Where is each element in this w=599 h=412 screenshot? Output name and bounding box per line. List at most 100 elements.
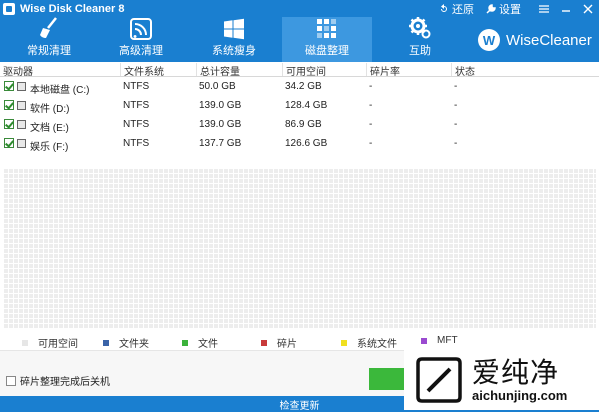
drive-status: - bbox=[454, 81, 458, 92]
drive-frag: - bbox=[369, 100, 373, 111]
legend: 可用空间 文件夹 文件 碎片 系统文件 MFT bbox=[0, 333, 599, 350]
drive-fs: NTFS bbox=[123, 119, 150, 130]
table-header: 驱动器 文件系统 总计容量 可用空间 碎片率 状态 bbox=[0, 62, 599, 78]
legend-swatch bbox=[182, 339, 188, 346]
tab-disk-defrag[interactable]: 磁盘整理 bbox=[282, 17, 372, 62]
check-update-link[interactable]: 检查更新 bbox=[280, 397, 320, 412]
legend-folder: 文件夹 bbox=[103, 335, 149, 350]
wisecleaner-logo: W bbox=[478, 29, 500, 51]
col-filesystem[interactable]: 文件系统 bbox=[120, 63, 164, 78]
legend-label: 系统文件 bbox=[357, 339, 397, 350]
radar-icon bbox=[130, 17, 152, 40]
legend-fragment: 碎片 bbox=[261, 335, 297, 350]
tab-mutual-help[interactable]: 互助 bbox=[375, 17, 465, 62]
col-free[interactable]: 可用空间 bbox=[282, 63, 326, 78]
restore-label: 还原 bbox=[452, 3, 474, 16]
main-nav: 常规清理 高级清理 系统瘦身 磁盘整理 互助 W WiseCleaner bbox=[0, 17, 599, 62]
legend-system-file: 系统文件 bbox=[341, 335, 397, 350]
drive-name: 软件 (D:) bbox=[30, 104, 70, 115]
tab-system-slim[interactable]: 系统瘦身 bbox=[189, 17, 279, 62]
cluster-map bbox=[3, 168, 596, 328]
drive-status: - bbox=[454, 100, 458, 111]
watermark-cn: 爱纯净 bbox=[472, 355, 560, 389]
drive-total: 139.0 GB bbox=[199, 100, 242, 111]
legend-label: 碎片 bbox=[277, 339, 297, 350]
app-title: Wise Disk Cleaner 8 bbox=[20, 2, 125, 15]
legend-label: 文件夹 bbox=[119, 339, 149, 350]
drive-free: 86.9 GB bbox=[285, 119, 322, 130]
drive-fs: NTFS bbox=[123, 138, 150, 149]
table-row[interactable]: 娱乐 (F:) NTFS 137.7 GB 126.6 GB - - bbox=[0, 134, 599, 153]
drive-status: - bbox=[454, 119, 458, 130]
defrag-blocks-icon bbox=[317, 18, 336, 38]
drive-frag: - bbox=[369, 81, 373, 92]
col-total[interactable]: 总计容量 bbox=[196, 63, 240, 78]
drive-icon bbox=[17, 120, 26, 129]
drive-icon bbox=[17, 101, 26, 110]
col-drive[interactable]: 驱动器 bbox=[0, 63, 33, 78]
shutdown-label: 碎片整理完成后关机 bbox=[20, 377, 110, 388]
brand-name: WiseCleaner bbox=[506, 31, 592, 49]
gear-icon bbox=[409, 17, 431, 39]
watermark: 爱纯净 aichunjing.com bbox=[404, 350, 599, 410]
drive-table: 驱动器 文件系统 总计容量 可用空间 碎片率 状态 本地磁盘 (C:) NTFS… bbox=[0, 62, 599, 153]
menu-button[interactable] bbox=[533, 0, 555, 17]
drive-frag: - bbox=[369, 119, 373, 130]
legend-swatch bbox=[421, 337, 427, 344]
drive-free: 128.4 GB bbox=[285, 100, 328, 111]
drive-name: 文档 (E:) bbox=[30, 123, 69, 134]
drive-checkbox[interactable] bbox=[4, 100, 14, 110]
drive-free: 34.2 GB bbox=[285, 81, 322, 92]
drive-frag: - bbox=[369, 138, 373, 149]
drive-fs: NTFS bbox=[123, 81, 150, 92]
settings-label: 设置 bbox=[499, 3, 521, 16]
legend-swatch bbox=[341, 339, 347, 346]
wrench-icon bbox=[486, 3, 496, 14]
legend-mft: MFT bbox=[421, 335, 458, 346]
table-row[interactable]: 文档 (E:) NTFS 139.0 GB 86.9 GB - - bbox=[0, 115, 599, 134]
legend-swatch bbox=[261, 339, 267, 346]
broom-icon bbox=[40, 17, 57, 38]
brand[interactable]: W WiseCleaner bbox=[478, 29, 592, 51]
table-row[interactable]: 本地磁盘 (C:) NTFS 50.0 GB 34.2 GB - - bbox=[0, 77, 599, 96]
settings-button[interactable]: 设置 bbox=[486, 1, 521, 17]
drive-free: 126.6 GB bbox=[285, 138, 328, 149]
tab-regular-clean[interactable]: 常规清理 bbox=[4, 17, 94, 62]
app-icon bbox=[3, 2, 15, 15]
shutdown-checkbox[interactable] bbox=[6, 375, 16, 386]
drive-checkbox[interactable] bbox=[4, 81, 14, 91]
tab-label: 系统瘦身 bbox=[212, 45, 256, 57]
legend-free-space: 可用空间 bbox=[22, 335, 78, 350]
shutdown-after-defrag-option[interactable]: 碎片整理完成后关机 bbox=[6, 373, 110, 388]
drive-icon bbox=[17, 82, 26, 91]
col-status[interactable]: 状态 bbox=[451, 63, 475, 78]
table-row[interactable]: 软件 (D:) NTFS 139.0 GB 128.4 GB - - bbox=[0, 96, 599, 115]
close-button[interactable] bbox=[577, 0, 599, 17]
tab-label: 高级清理 bbox=[119, 45, 163, 57]
drive-total: 139.0 GB bbox=[199, 119, 242, 130]
defrag-button[interactable] bbox=[369, 368, 409, 390]
legend-swatch bbox=[103, 339, 109, 346]
minimize-button[interactable] bbox=[555, 0, 577, 17]
restore-button[interactable]: 还原 bbox=[439, 1, 474, 17]
legend-label: 文件 bbox=[198, 339, 218, 350]
tab-advanced-clean[interactable]: 高级清理 bbox=[96, 17, 186, 62]
col-fragmentation[interactable]: 碎片率 bbox=[366, 63, 400, 78]
restore-icon bbox=[441, 3, 447, 12]
watermark-url: aichunjing.com bbox=[472, 387, 568, 403]
drive-total: 50.0 GB bbox=[199, 81, 236, 92]
watermark-logo-icon bbox=[416, 357, 462, 403]
drive-checkbox[interactable] bbox=[4, 138, 14, 148]
drive-checkbox[interactable] bbox=[4, 119, 14, 129]
tab-label: 磁盘整理 bbox=[305, 45, 349, 57]
drive-icon bbox=[17, 139, 26, 148]
menu-icon bbox=[539, 4, 549, 13]
tab-label: 互助 bbox=[409, 45, 431, 57]
legend-label: 可用空间 bbox=[38, 339, 78, 350]
legend-label: MFT bbox=[437, 335, 458, 346]
drive-total: 137.7 GB bbox=[199, 138, 242, 149]
legend-file: 文件 bbox=[182, 335, 218, 350]
drive-name: 娱乐 (F:) bbox=[30, 142, 69, 153]
close-icon bbox=[583, 4, 593, 13]
drive-name: 本地磁盘 (C:) bbox=[30, 85, 90, 96]
